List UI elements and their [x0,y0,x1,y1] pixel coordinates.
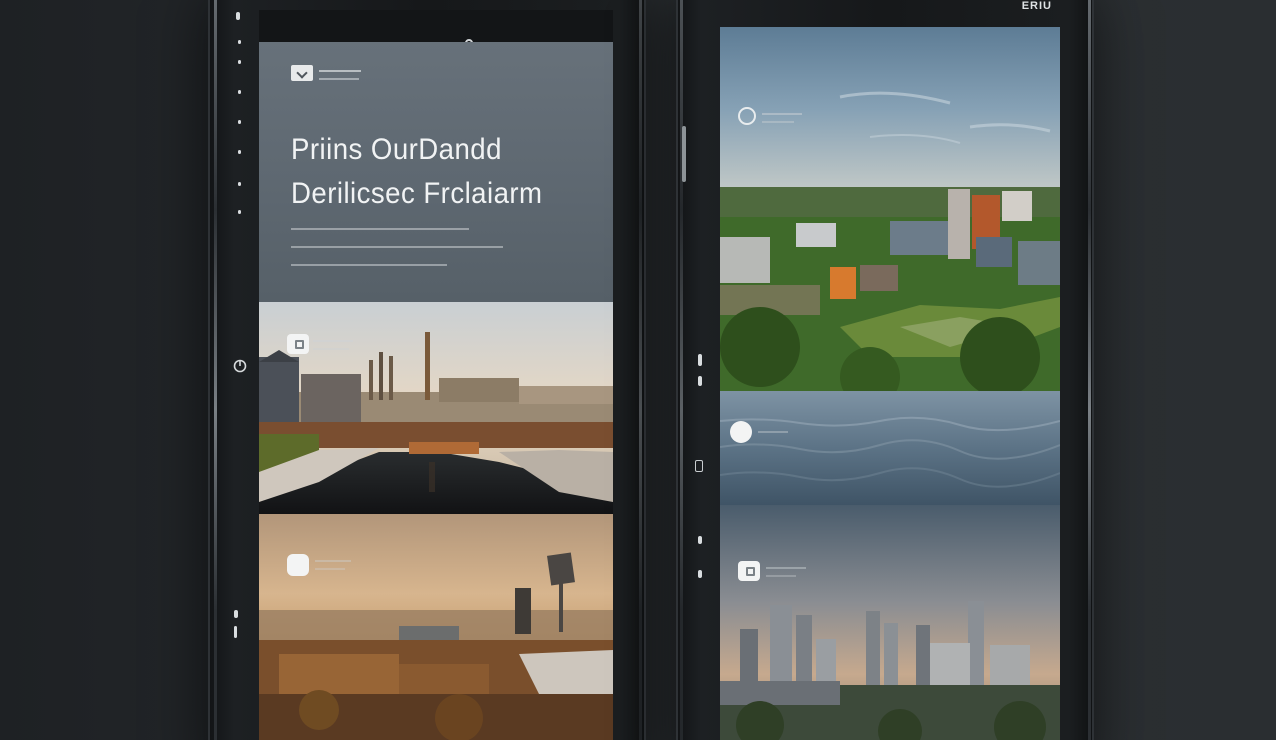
indicator-led [698,354,702,366]
photo-caption-line [315,560,351,562]
hero-title-line-2: Derilicsec Frclaiarm [291,177,543,210]
photo-caption-line [762,121,794,123]
indicator-led [698,570,702,578]
brand-label: ERIU [1021,0,1052,12]
side-button[interactable] [682,126,686,182]
hero-caption-line [291,228,469,230]
right-tablet-edge-right [1088,0,1091,740]
sunset-city-image [259,514,613,740]
logo-icon [291,65,313,81]
image-badge-icon [287,334,309,354]
hero-title: Priins OurDandd Derilicsec Frclaiarm [291,128,585,216]
left-screen: Priins OurDandd Derilicsec Frclaiarm [259,42,613,740]
circle-badge-icon [287,554,309,576]
indicator-led [236,12,240,20]
industrial-city-image [259,302,613,514]
photo-caption-line [766,575,796,577]
photo-caption-line [313,348,349,350]
left-tablet-edge [214,0,217,740]
ocean-image [720,391,1060,505]
left-tablet-edge-right [639,0,642,740]
photo-card-industrial[interactable] [259,302,613,514]
indicator-dot [238,182,241,186]
photo-caption-line [766,567,806,569]
indicator-dot [238,120,241,124]
indicator-led [698,536,702,544]
left-tablet: Priins OurDandd Derilicsec Frclaiarm [208,0,646,740]
photo-caption-line [313,340,353,342]
hero-caption-line [291,246,503,248]
indicator-dot [238,60,241,64]
photo-card-aerial[interactable] [720,27,1060,391]
indicator-led [698,376,702,386]
indicator-dot [238,210,241,214]
photo-caption-line [762,113,802,115]
status-bar [259,10,613,48]
photo-card-skyline[interactable] [720,505,1060,740]
right-tablet-edge [680,0,683,740]
volume-up-button[interactable] [234,610,238,618]
skyline-image [720,505,1060,740]
circle-badge-icon [738,107,756,125]
logo-text-line [319,70,361,72]
logo-subtext-line [319,78,359,80]
hero-title-line-1: Priins OurDandd [291,133,502,166]
indicator-dot [238,90,241,94]
hero-panel: Priins OurDandd Derilicsec Frclaiarm [259,42,613,302]
photo-caption-line [315,568,345,570]
hero-caption-line [291,264,447,266]
circle-badge-icon [730,421,752,443]
photo-caption-line [758,431,788,433]
image-badge-icon [738,561,760,581]
indicator-dot [238,40,241,44]
port-icon [695,460,703,472]
power-icon[interactable] [232,358,248,377]
photo-card-sunset[interactable] [259,514,613,740]
right-tablet: ERIU [676,0,1094,740]
right-screen [720,27,1060,740]
indicator-dot [238,150,241,154]
volume-down-button[interactable] [234,626,237,638]
aerial-city-image [720,27,1060,391]
photo-card-ocean[interactable] [720,391,1060,505]
